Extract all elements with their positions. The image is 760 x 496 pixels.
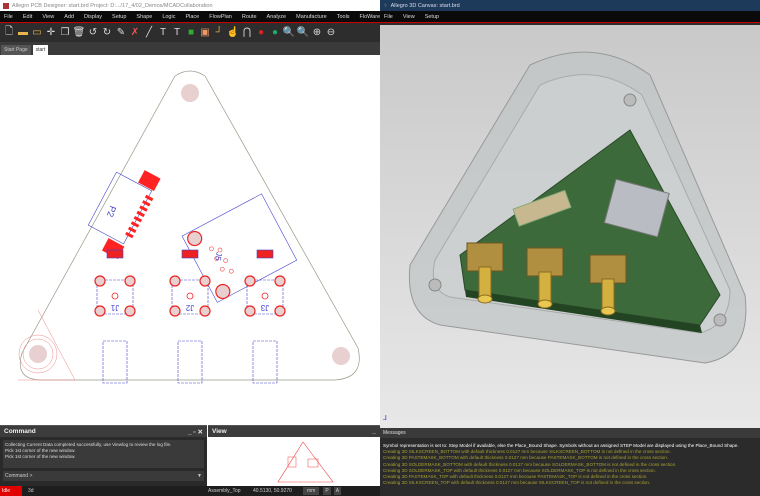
pcb-toolbar: 🗋 ▬ ▭ ✛ ❐ 🗑 ↺ ↻ ✎ ✗ ╱ T T ■ ▣ ┘ ☝ ⋂ ● ● … bbox=[0, 23, 380, 42]
status-bar: Idle 3d Assembly_Top 40.5130, 50.9270 mm… bbox=[0, 486, 380, 496]
window-title: Allegro PCB Designer: start.brd Project:… bbox=[12, 2, 213, 9]
panel-controls[interactable]: _ ▫ ✕ bbox=[188, 428, 203, 436]
window-title: Allegro 3D Canvas: start.brd bbox=[390, 2, 460, 9]
refdes-j2: J2 bbox=[185, 303, 194, 312]
p-button[interactable]: P bbox=[323, 487, 331, 495]
open-folder-icon[interactable]: ▬ bbox=[18, 27, 28, 38]
menu-item-shape[interactable]: Shape bbox=[136, 14, 152, 20]
menu-item-tools[interactable]: Tools bbox=[337, 14, 350, 20]
command-prompt: Command > bbox=[5, 473, 33, 479]
messages-title: Messages bbox=[380, 428, 760, 438]
connector-j1: J1 bbox=[94, 249, 136, 384]
tab-start-page[interactable]: Start Page bbox=[1, 45, 31, 55]
minimize-icon[interactable]: _ bbox=[372, 428, 376, 435]
messages-panel: Messages Symbol representation is set to… bbox=[380, 428, 760, 496]
3d-viewport[interactable]: ⅃ bbox=[380, 25, 760, 428]
pin-icon[interactable]: ✎ bbox=[116, 27, 126, 38]
message-line: Creating 3D SILKSCREEN_TOP with default … bbox=[383, 480, 651, 486]
status-mode: Idle bbox=[0, 486, 22, 496]
mount-hole bbox=[29, 345, 47, 363]
connector-p2 bbox=[87, 170, 161, 259]
save-icon[interactable]: ▭ bbox=[32, 27, 42, 38]
messages-list: Symbol representation is set to: Step Mo… bbox=[380, 443, 760, 486]
tuning-icon[interactable]: ⋂ bbox=[242, 27, 252, 38]
axis-triad-icon: ⅃ bbox=[383, 415, 387, 422]
connector-j3: J3 bbox=[244, 249, 286, 384]
connector-j2: J2 bbox=[169, 249, 211, 384]
status-coords: 40.5130, 50.9270 bbox=[253, 488, 292, 494]
zoom-fit-icon[interactable]: 🔍 bbox=[283, 27, 295, 38]
undo-icon[interactable]: ↺ bbox=[88, 27, 98, 38]
refdes-j3: J3 bbox=[260, 303, 269, 312]
zoom-in-icon[interactable]: ⊕ bbox=[312, 27, 322, 38]
board-outline bbox=[19, 70, 360, 381]
view-thumbnail[interactable] bbox=[208, 437, 380, 486]
route-connect-icon[interactable]: ┘ bbox=[214, 27, 224, 38]
dropdown-arrow-icon[interactable]: ▼ bbox=[197, 473, 202, 479]
copy-icon[interactable]: ❐ bbox=[60, 27, 70, 38]
status-app: 3d bbox=[28, 488, 34, 494]
3d-model bbox=[408, 51, 747, 364]
add-text-icon[interactable]: T bbox=[158, 27, 168, 38]
status-layer: Assembly_Top bbox=[208, 488, 241, 494]
zoom-window-icon[interactable]: 🔍 bbox=[297, 27, 309, 38]
unpin-icon[interactable]: ✗ bbox=[130, 27, 140, 38]
tab-start[interactable]: start bbox=[32, 45, 49, 55]
pcb-title-bar: Allegro PCB Designer: start.brd Project:… bbox=[0, 0, 380, 11]
place-component-icon[interactable]: ■ bbox=[186, 27, 196, 38]
pcb-designer-window: Allegro PCB Designer: start.brd Project:… bbox=[0, 0, 401, 496]
edit-text-icon[interactable]: T bbox=[172, 27, 182, 38]
refdes-j5: J5 bbox=[213, 251, 223, 261]
mount-hole bbox=[181, 84, 199, 102]
a-button[interactable]: A bbox=[333, 487, 342, 495]
log-line: Pick 1st corner of the new window. bbox=[5, 454, 76, 460]
menu-item-setup[interactable]: Setup bbox=[425, 14, 439, 20]
redo-icon[interactable]: ↻ bbox=[102, 27, 112, 38]
units-button[interactable]: mm bbox=[303, 487, 320, 495]
menu-item-place[interactable]: Place bbox=[185, 14, 199, 20]
refdes-p2: P2 bbox=[105, 205, 118, 219]
canvas-title-bar: ⁘ Allegro 3D Canvas: start.brd bbox=[380, 0, 760, 11]
app-icon bbox=[3, 2, 9, 9]
app-icon: ⁘ bbox=[383, 2, 388, 9]
view-panel: View _ bbox=[208, 425, 380, 486]
drc-red-icon[interactable]: ● bbox=[256, 27, 266, 38]
add-line-icon[interactable]: ╱ bbox=[144, 27, 154, 38]
command-log: Collecting Current Data completed succes… bbox=[3, 440, 204, 468]
menu-item-view[interactable]: View bbox=[403, 14, 415, 20]
place-manual-icon[interactable]: ▣ bbox=[200, 27, 210, 38]
menu-item-flowplan[interactable]: FlowPlan bbox=[209, 14, 232, 20]
menu-item-file[interactable]: File bbox=[384, 14, 393, 20]
document-tabs: Start Page start bbox=[0, 42, 380, 55]
new-file-icon[interactable]: 🗋 bbox=[4, 26, 14, 38]
menu-item-setup[interactable]: Setup bbox=[112, 14, 126, 20]
menu-item-view[interactable]: View bbox=[42, 14, 54, 20]
menu-item-analyze[interactable]: Analyze bbox=[267, 14, 287, 20]
slide-icon[interactable]: ☝ bbox=[227, 27, 239, 38]
mount-hole bbox=[332, 347, 350, 365]
menu-item-add[interactable]: Add bbox=[64, 14, 74, 20]
command-title: Command bbox=[4, 428, 36, 435]
delete-icon[interactable]: 🗑 bbox=[73, 27, 86, 38]
move-icon[interactable]: ✛ bbox=[46, 27, 56, 38]
canvas-menu-bar: File View Setup bbox=[380, 11, 760, 23]
refdes-j1: J1 bbox=[110, 303, 119, 312]
pcb-canvas[interactable]: P2 J5 J1 J2 J3 bbox=[0, 56, 380, 425]
board-drawing: P2 J5 J1 J2 J3 bbox=[18, 70, 360, 384]
command-input[interactable]: Command > ▼ bbox=[3, 471, 204, 481]
command-panel: Command _ ▫ ✕ Collecting Current Data com… bbox=[0, 425, 207, 486]
menu-item-manufacture[interactable]: Manufacture bbox=[296, 14, 327, 20]
menu-item-file[interactable]: File bbox=[4, 14, 13, 20]
3d-canvas-window: ⁘ Allegro 3D Canvas: start.brd File View S… bbox=[380, 0, 760, 496]
menu-item-route[interactable]: Route bbox=[242, 14, 257, 20]
menu-item-edit[interactable]: Edit bbox=[23, 14, 32, 20]
zoom-out-icon[interactable]: ⊖ bbox=[326, 27, 336, 38]
pcb-menu-bar: File Edit View Add Display Setup Shape Logic Pla… bbox=[0, 11, 401, 23]
menu-item-display[interactable]: Display bbox=[84, 14, 102, 20]
menu-item-floware[interactable]: FloWare bbox=[360, 14, 381, 20]
view-title: View bbox=[212, 428, 227, 435]
drc-green-icon[interactable]: ● bbox=[270, 27, 280, 38]
menu-item-logic[interactable]: Logic bbox=[162, 14, 175, 20]
